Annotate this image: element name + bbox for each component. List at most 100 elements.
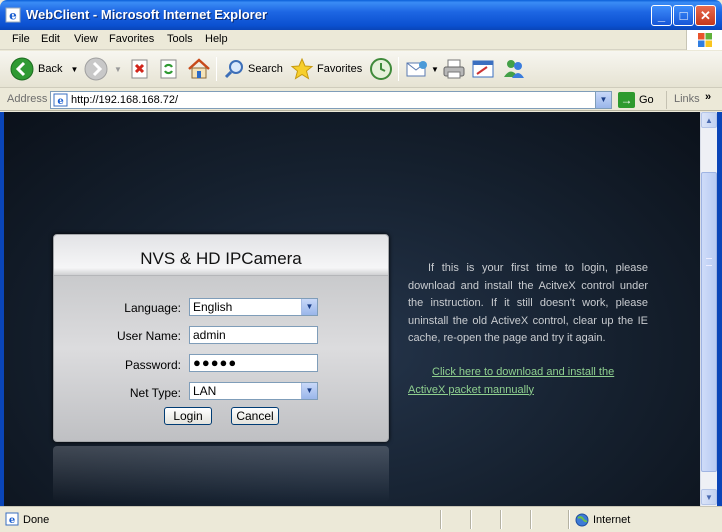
menu-bar: File Edit View Favorites Tools Help (0, 30, 722, 50)
edit-button[interactable] (471, 56, 495, 82)
username-value: admin (193, 328, 226, 342)
login-button[interactable]: Login (164, 407, 212, 425)
favorites-star-icon (290, 57, 314, 80)
address-label: Address (7, 93, 48, 105)
print-button[interactable] (442, 56, 466, 82)
maximize-button[interactable]: □ (673, 5, 694, 26)
svg-text:e: e (9, 515, 15, 526)
go-arrow-icon: → (618, 92, 635, 108)
login-panel-reflection (53, 446, 389, 502)
messenger-icon (504, 60, 524, 78)
security-zone: Internet (593, 514, 631, 526)
links-separator (666, 91, 667, 109)
windows-logo (686, 30, 722, 50)
status-separator (530, 510, 532, 529)
window-frame-right (717, 112, 722, 506)
password-label: Password: (124, 358, 181, 372)
language-dropdown-icon[interactable]: ▼ (301, 299, 317, 315)
toolbar: Back ▼ ▼ Search Favorites ▼ (0, 51, 722, 88)
close-button[interactable]: ✕ (695, 5, 716, 26)
login-title: NVS & HD IPCamera (140, 249, 302, 268)
svg-text:e: e (57, 96, 63, 107)
instructions-text: If this is your first time to login, ple… (408, 262, 648, 344)
refresh-icon (160, 59, 177, 79)
language-label: Language: (124, 301, 181, 315)
download-link-line1: Click here to download and install the (432, 366, 615, 378)
login-panel: NVS & HD IPCamera Language: English ▼ Us… (53, 234, 389, 442)
status-separator (568, 510, 570, 529)
mail-dropdown-icon[interactable]: ▼ (431, 65, 439, 74)
menu-view[interactable]: View (74, 33, 98, 45)
stop-button[interactable] (129, 56, 151, 82)
toolbar-separator (216, 57, 217, 81)
forward-button[interactable]: ▼ (84, 56, 122, 82)
forward-dropdown-icon[interactable]: ▼ (114, 65, 122, 74)
title-bar: e WebClient - Microsoft Internet Explore… (0, 0, 722, 30)
back-button[interactable]: Back ▼ (10, 56, 78, 82)
language-select[interactable]: English ▼ (189, 298, 318, 316)
menu-favorites[interactable]: Favorites (109, 33, 154, 45)
nettype-select[interactable]: LAN ▼ (189, 382, 318, 400)
page-content: NVS & HD IPCamera Language: English ▼ Us… (4, 112, 700, 506)
svg-text:e: e (9, 9, 17, 23)
password-input[interactable]: ●●●●● (189, 354, 318, 372)
vertical-scrollbar[interactable]: ▲ ▼ (700, 112, 717, 506)
search-label: Search (248, 63, 283, 75)
panel-divider (54, 275, 388, 276)
menu-file[interactable]: File (12, 33, 30, 45)
internet-globe-icon (575, 513, 589, 527)
edit-page-icon (472, 60, 494, 78)
favorites-label: Favorites (317, 63, 363, 75)
home-button[interactable] (187, 56, 211, 82)
language-value: English (193, 300, 233, 314)
history-icon (370, 58, 392, 80)
links-button[interactable]: Links (674, 93, 700, 105)
window-title: WebClient - Microsoft Internet Explorer (26, 7, 268, 22)
toolbar-separator (398, 57, 399, 81)
go-button[interactable]: → Go (618, 92, 654, 108)
username-label: User Name: (116, 329, 181, 343)
scroll-down-icon[interactable]: ▼ (701, 489, 717, 505)
username-input[interactable]: admin (189, 326, 318, 344)
messenger-button[interactable] (502, 56, 526, 82)
menu-help[interactable]: Help (205, 33, 228, 45)
page-icon: e (53, 93, 68, 107)
nettype-value: LAN (193, 384, 217, 398)
address-bar: Address e http://192.168.168.72/ ▼ → Go … (0, 89, 722, 111)
scroll-up-icon[interactable]: ▲ (701, 112, 717, 128)
address-dropdown-icon[interactable]: ▼ (595, 92, 611, 108)
status-separator (440, 510, 442, 529)
cancel-button[interactable]: Cancel (231, 407, 279, 425)
address-url: http://192.168.168.72/ (71, 94, 179, 106)
address-input[interactable]: e http://192.168.168.72/ ▼ (50, 91, 612, 109)
search-button[interactable]: Search (223, 56, 283, 82)
status-text: Done (23, 514, 50, 526)
status-separator (470, 510, 472, 529)
activex-download-link[interactable]: Click here to download and install the A… (408, 364, 638, 399)
menu-tools[interactable]: Tools (167, 33, 193, 45)
status-bar: e Done Internet (0, 506, 722, 532)
minimize-button[interactable]: _ (651, 5, 672, 26)
download-link-line2: ActiveX packet mannually (408, 383, 534, 396)
password-value: ●●●●● (193, 355, 238, 370)
back-label: Back (38, 63, 63, 75)
menu-edit[interactable]: Edit (41, 33, 60, 45)
go-label: Go (639, 94, 654, 106)
back-dropdown-icon[interactable]: ▼ (70, 65, 78, 74)
stop-icon (131, 59, 148, 79)
history-button[interactable] (369, 56, 393, 82)
scroll-thumb[interactable] (701, 172, 717, 472)
nettype-dropdown-icon[interactable]: ▼ (301, 383, 317, 399)
links-chevron-icon[interactable]: » (705, 91, 711, 103)
login-instructions: If this is your first time to login, ple… (408, 260, 648, 348)
refresh-button[interactable] (158, 56, 180, 82)
windows-flag-icon (698, 33, 712, 47)
printer-icon (443, 59, 465, 79)
mail-button[interactable]: ▼ (405, 56, 439, 82)
nettype-label: Net Type: (129, 386, 181, 400)
search-icon (224, 60, 243, 79)
status-separator (500, 510, 502, 529)
favorites-button[interactable]: Favorites (290, 56, 362, 82)
mail-icon (406, 61, 427, 77)
scroll-grip (706, 258, 712, 266)
